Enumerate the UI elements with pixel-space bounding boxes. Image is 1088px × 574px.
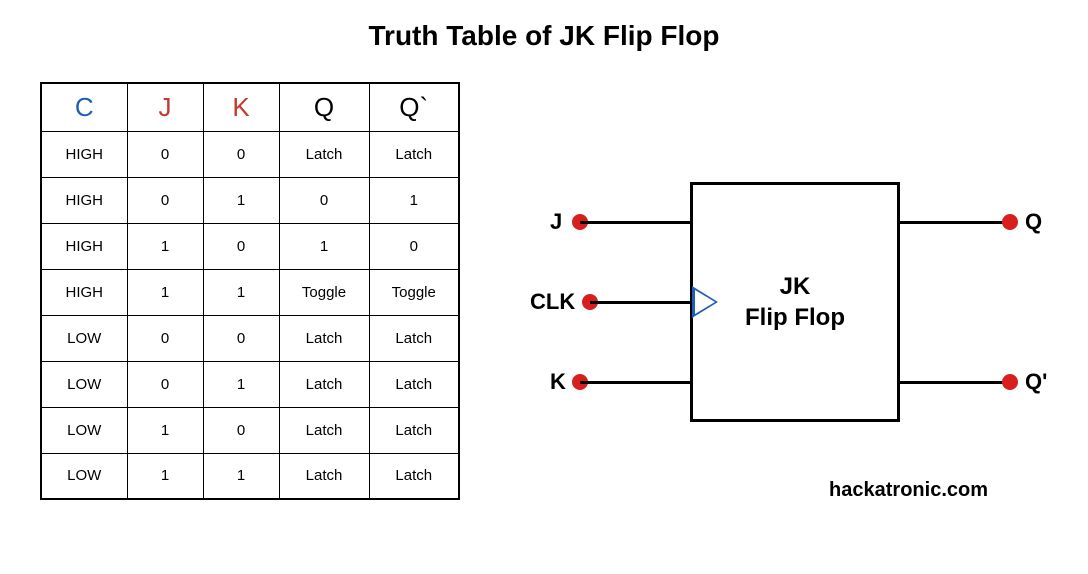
cell-qp: Toggle <box>369 269 459 315</box>
cell-k: 1 <box>203 177 279 223</box>
cell-j: 0 <box>127 361 203 407</box>
credit-text: hackatronic.com <box>829 479 988 502</box>
cell-q: 1 <box>279 223 369 269</box>
pin-label-clk: CLK <box>530 289 575 315</box>
wire-j <box>580 221 690 224</box>
table-row: LOW11LatchLatch <box>41 453 459 499</box>
cell-qp: 1 <box>369 177 459 223</box>
cell-qp: Latch <box>369 315 459 361</box>
table-row: LOW10LatchLatch <box>41 407 459 453</box>
pin-label-k: K <box>550 369 566 395</box>
pin-label-qprime: Q' <box>1025 369 1047 395</box>
cell-j: 0 <box>127 177 203 223</box>
truth-table-wrap: C J K Q Q` HIGH00LatchLatch HIGH0101 HIG… <box>40 82 460 542</box>
wire-qprime <box>900 381 1010 384</box>
terminal-dot-icon <box>1002 214 1018 230</box>
table-body: HIGH00LatchLatch HIGH0101 HIGH1010 HIGH1… <box>41 131 459 499</box>
cell-qp: Latch <box>369 407 459 453</box>
cell-c: HIGH <box>41 131 127 177</box>
flipflop-box: JK Flip Flop <box>690 182 900 422</box>
diagram-wrap: J CLK K JK Flip Flop Q <box>520 82 1048 542</box>
cell-q: Latch <box>279 453 369 499</box>
cell-c: LOW <box>41 453 127 499</box>
cell-c: HIGH <box>41 223 127 269</box>
cell-k: 0 <box>203 407 279 453</box>
cell-c: LOW <box>41 407 127 453</box>
table-row: HIGH0101 <box>41 177 459 223</box>
cell-k: 0 <box>203 131 279 177</box>
table-row: HIGH1010 <box>41 223 459 269</box>
flipflop-box-label: JK Flip Flop <box>693 271 897 333</box>
cell-j: 0 <box>127 131 203 177</box>
cell-c: HIGH <box>41 269 127 315</box>
cell-j: 1 <box>127 407 203 453</box>
clock-triangle-inner <box>695 290 715 314</box>
cell-k: 1 <box>203 453 279 499</box>
wire-k <box>580 381 690 384</box>
cell-k: 1 <box>203 361 279 407</box>
box-line1: JK <box>780 273 811 300</box>
cell-k: 0 <box>203 223 279 269</box>
cell-qp: Latch <box>369 361 459 407</box>
table-row: HIGH11ToggleToggle <box>41 269 459 315</box>
truth-table: C J K Q Q` HIGH00LatchLatch HIGH0101 HIG… <box>40 82 460 500</box>
header-q: Q <box>279 83 369 131</box>
cell-j: 1 <box>127 453 203 499</box>
cell-j: 1 <box>127 223 203 269</box>
cell-qp: Latch <box>369 131 459 177</box>
header-k: K <box>203 83 279 131</box>
table-header-row: C J K Q Q` <box>41 83 459 131</box>
pin-label-j: J <box>550 209 562 235</box>
box-line2: Flip Flop <box>745 304 845 331</box>
cell-j: 1 <box>127 269 203 315</box>
cell-c: LOW <box>41 315 127 361</box>
jk-flipflop-diagram: J CLK K JK Flip Flop Q <box>520 152 1050 452</box>
header-j: J <box>127 83 203 131</box>
pin-label-q: Q <box>1025 209 1042 235</box>
table-row: HIGH00LatchLatch <box>41 131 459 177</box>
cell-c: HIGH <box>41 177 127 223</box>
header-qprime: Q` <box>369 83 459 131</box>
cell-qp: Latch <box>369 453 459 499</box>
cell-q: Latch <box>279 407 369 453</box>
cell-q: Latch <box>279 131 369 177</box>
wire-clk <box>590 301 690 304</box>
cell-q: Toggle <box>279 269 369 315</box>
cell-j: 0 <box>127 315 203 361</box>
cell-c: LOW <box>41 361 127 407</box>
page-title: Truth Table of JK Flip Flop <box>0 0 1088 52</box>
cell-k: 0 <box>203 315 279 361</box>
cell-qp: 0 <box>369 223 459 269</box>
cell-q: Latch <box>279 315 369 361</box>
table-row: LOW01LatchLatch <box>41 361 459 407</box>
cell-q: Latch <box>279 361 369 407</box>
cell-k: 1 <box>203 269 279 315</box>
terminal-dot-icon <box>1002 374 1018 390</box>
table-row: LOW00LatchLatch <box>41 315 459 361</box>
cell-q: 0 <box>279 177 369 223</box>
wire-q <box>900 221 1010 224</box>
content-area: C J K Q Q` HIGH00LatchLatch HIGH0101 HIG… <box>0 52 1088 542</box>
header-c: C <box>41 83 127 131</box>
